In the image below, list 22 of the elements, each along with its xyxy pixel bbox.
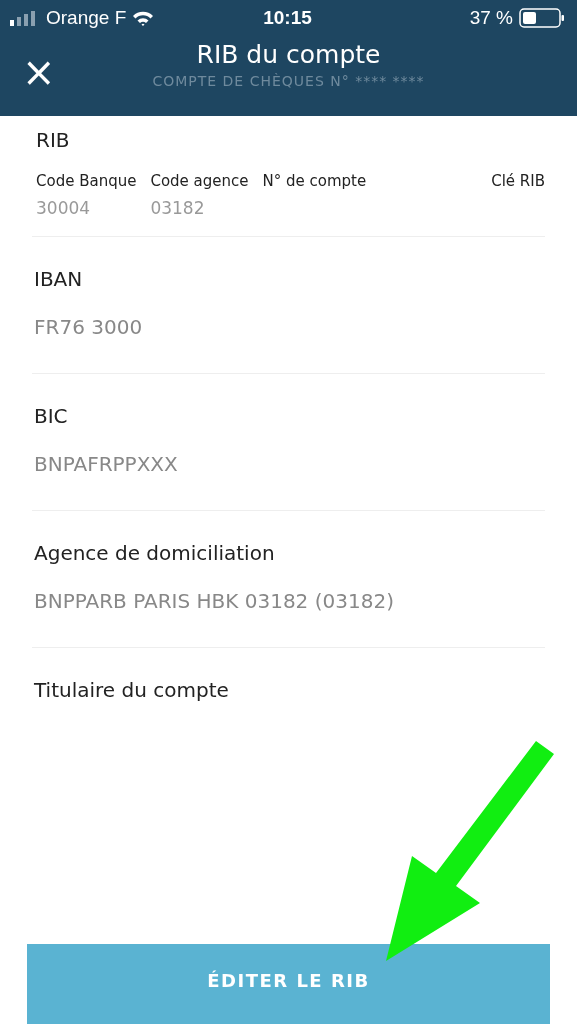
wifi-icon <box>132 10 155 26</box>
field-label: Agence de domiciliation <box>34 541 276 565</box>
column-label: N° de compte <box>262 172 368 190</box>
battery-icon <box>519 8 565 28</box>
battery-percent: 37 % <box>469 7 513 29</box>
section-title: RIB <box>36 128 71 152</box>
close-button[interactable]: × <box>22 52 56 92</box>
field-value: BNPAFRPPXXX <box>34 452 179 476</box>
column-label: Code agence <box>150 172 249 190</box>
carrier: Orange F <box>46 7 127 29</box>
page-title: RIB du compte <box>196 40 381 69</box>
clock: 10:15 <box>263 7 312 29</box>
field-value: BNPPARB PARIS HBK 03182 (03182) <box>34 589 395 613</box>
field-value: FR76 3000 <box>34 315 144 339</box>
field-label: IBAN <box>34 267 84 291</box>
column-label: Code Banque <box>36 172 137 190</box>
column-value: 30004 <box>36 198 92 218</box>
column-value: 03182 <box>150 198 206 218</box>
field-label: BIC <box>34 404 69 428</box>
account-subtitle: COMPTE DE CHÈQUES N° **** **** <box>152 73 425 89</box>
field-label: Titulaire du compte <box>34 678 230 702</box>
column-label: Clé RIB <box>491 172 545 190</box>
